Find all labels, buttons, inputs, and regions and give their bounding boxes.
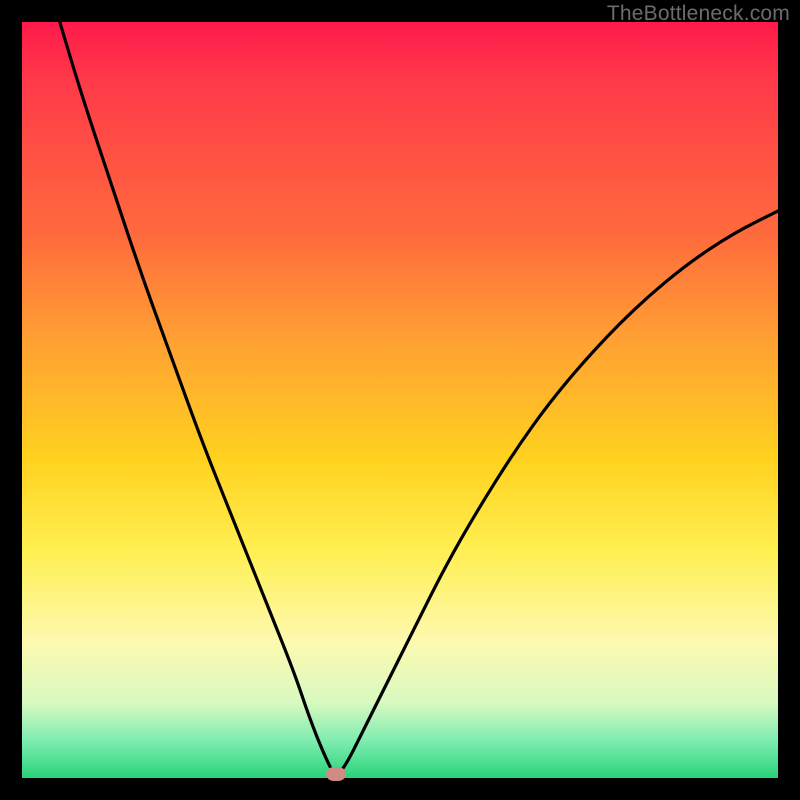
plot-area <box>22 22 778 778</box>
watermark-text: TheBottleneck.com <box>607 2 790 26</box>
bottleneck-curve <box>22 22 778 778</box>
minimum-marker <box>326 767 346 781</box>
chart-frame: TheBottleneck.com <box>0 0 800 800</box>
